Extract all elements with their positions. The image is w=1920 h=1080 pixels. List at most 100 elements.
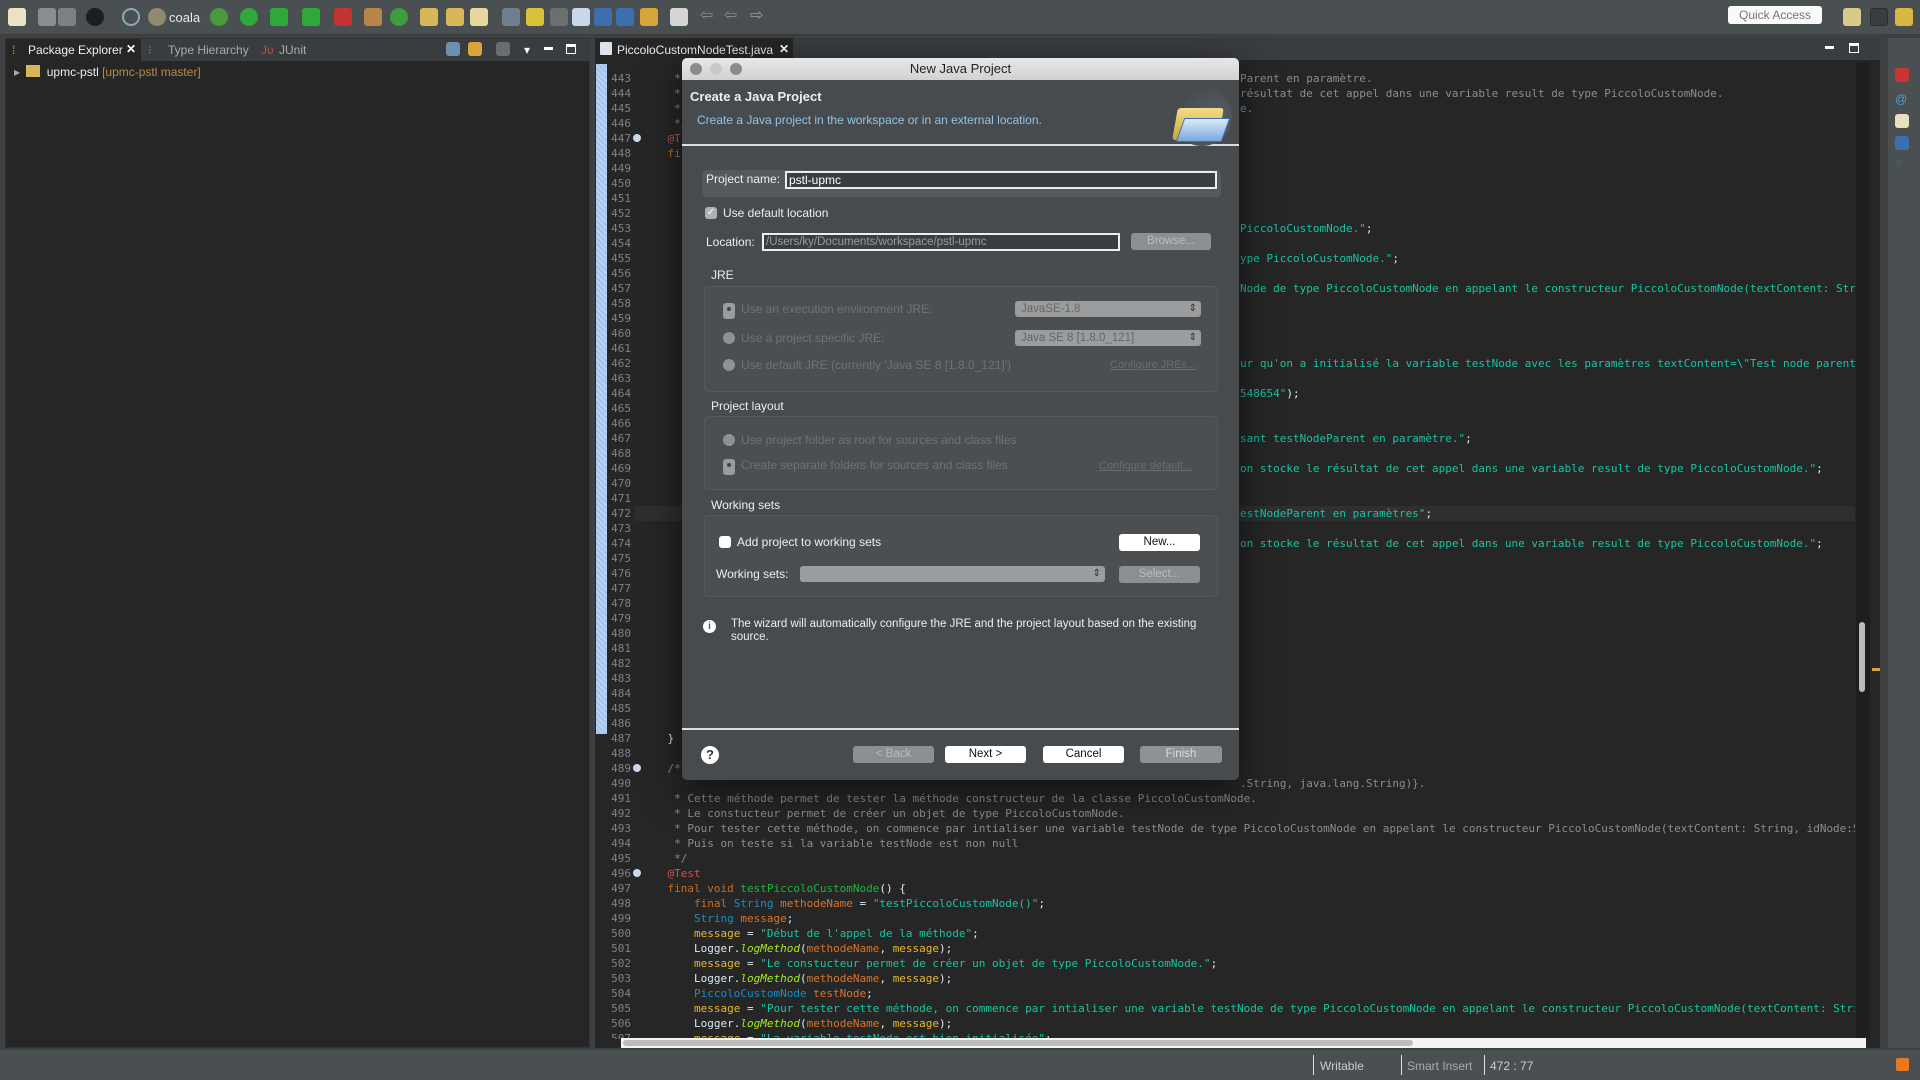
cancel-button[interactable]: Cancel (1043, 746, 1124, 763)
back-button[interactable]: < Back (853, 746, 934, 763)
coverage-icon[interactable] (270, 8, 288, 26)
skip-breakpoints-icon[interactable] (122, 8, 140, 26)
next-annotation-icon[interactable] (640, 8, 658, 26)
minimize-icon[interactable] (544, 47, 553, 50)
junit-icon: Jᴜ (261, 43, 274, 57)
expand-arrow-icon[interactable]: ▸ (14, 65, 20, 79)
code-line: @T (641, 131, 680, 146)
finish-button[interactable]: Finish (1140, 746, 1222, 763)
help-icon[interactable]: ? (701, 746, 719, 764)
search-icon[interactable] (470, 8, 488, 26)
scrollbar-thumb[interactable] (1859, 622, 1865, 692)
fold-toggle-icon[interactable] (633, 764, 641, 772)
highlight-icon[interactable] (526, 8, 544, 26)
fold-toggle-icon[interactable] (633, 869, 641, 877)
code-line: */ (641, 116, 687, 131)
run-icon[interactable] (240, 8, 258, 26)
prev-annotation-icon[interactable] (670, 8, 688, 26)
project-specific-jre-radio[interactable] (723, 332, 735, 344)
collapse-all-icon[interactable] (446, 42, 460, 56)
project-specific-jre-select[interactable]: Java SE 8 [1.8.0_121] ⇕ (1015, 330, 1201, 346)
add-to-working-sets-checkbox[interactable] (719, 536, 731, 548)
close-icon[interactable]: ✕ (126, 42, 136, 56)
working-sets-group-label: Working sets (711, 498, 781, 512)
overview-marker[interactable] (1872, 668, 1880, 671)
execution-env-select[interactable]: JavaSE-1.8 ⇕ (1015, 301, 1201, 317)
debug-icon[interactable] (210, 8, 228, 26)
maximize-icon[interactable] (1849, 43, 1859, 53)
project-root-radio[interactable] (723, 434, 735, 446)
code-token: final (641, 897, 734, 910)
project-root-label: Use project folder as root for sources a… (741, 433, 1017, 447)
maximize-icon[interactable] (566, 44, 576, 54)
breadcrumb-icon[interactable] (550, 8, 568, 26)
forward-icon[interactable]: ⇨ (750, 5, 768, 24)
code-token: } (641, 732, 675, 745)
save-icon[interactable] (38, 8, 56, 26)
new-wizard-icon[interactable] (8, 8, 26, 26)
coala-label[interactable]: coala (169, 10, 200, 25)
problems-icon[interactable] (1895, 68, 1909, 82)
focus-icon[interactable] (496, 42, 510, 56)
close-icon[interactable]: ✕ (779, 42, 789, 56)
configure-default-link[interactable]: Configure default... (1099, 460, 1192, 472)
new-package-icon[interactable] (364, 8, 382, 26)
close-window-button[interactable] (690, 63, 702, 75)
minimize-window-button[interactable] (710, 63, 722, 75)
new-working-set-button[interactable]: New... (1119, 534, 1200, 551)
code-token: ); (1286, 387, 1300, 400)
open-type-icon[interactable] (420, 8, 438, 26)
run-last-icon[interactable] (302, 8, 320, 26)
configure-jres-link[interactable]: Configure JREs... (1110, 359, 1196, 371)
code-token: methodeName (806, 972, 880, 985)
working-sets-select[interactable]: ⇕ (800, 566, 1105, 582)
link-editor-icon[interactable] (468, 42, 482, 56)
quick-access-input[interactable] (1728, 6, 1822, 24)
default-jre-radio[interactable] (723, 359, 735, 371)
save-all-icon[interactable] (58, 8, 76, 26)
external-tools-icon[interactable] (334, 8, 352, 26)
vertical-scrollbar[interactable] (1856, 62, 1870, 1038)
profile-icon[interactable] (86, 8, 104, 26)
location-input[interactable]: /Users/ky/Documents/workspace/pstl-upmc (762, 233, 1120, 251)
rss-icon[interactable] (1896, 1058, 1909, 1071)
tab-type-hierarchy[interactable]: Type Hierarchy (168, 43, 249, 57)
paragraph-icon[interactable] (616, 8, 634, 26)
block-select-icon[interactable] (572, 8, 590, 26)
browse-button[interactable]: Browse... (1131, 233, 1211, 250)
open-resource-icon[interactable] (446, 8, 464, 26)
project-name-input[interactable]: pstl-upmc (785, 171, 1217, 189)
tab-junit[interactable]: JUnit (279, 43, 306, 57)
tab-piccolo-custom-node-test[interactable]: PiccoloCustomNodeTest.java ✕ (595, 38, 793, 60)
zoom-window-button[interactable] (730, 63, 742, 75)
new-class-icon[interactable] (390, 8, 408, 26)
use-default-location-checkbox[interactable]: ✓ (705, 207, 717, 219)
fold-toggle-icon[interactable] (633, 134, 641, 142)
minimize-icon[interactable] (1825, 46, 1834, 49)
java-perspective-icon[interactable] (1870, 8, 1888, 26)
tab-package-explorer[interactable]: ⁞ Package Explorer ✕ (6, 39, 141, 61)
tree-item-project[interactable]: ▸ upmc-pstl [upmc-pstl master] (14, 65, 201, 83)
git-perspective-icon[interactable] (1895, 8, 1913, 26)
console-icon[interactable] (1895, 136, 1909, 150)
back-icon[interactable]: ⇦ (700, 5, 718, 24)
dialog-title-bar[interactable]: New Java Project (682, 58, 1239, 80)
code-line: * (641, 101, 681, 116)
select-working-sets-button[interactable]: Select... (1119, 566, 1200, 583)
line-number: 463 (611, 372, 631, 385)
separate-folders-radio[interactable] (723, 459, 735, 475)
execution-env-radio[interactable] (723, 303, 735, 319)
toggle-mark-icon[interactable] (502, 8, 520, 26)
view-menu-icon[interactable]: ▾ (524, 43, 530, 57)
next-button[interactable]: Next > (945, 746, 1026, 763)
open-perspective-icon[interactable] (1843, 8, 1861, 26)
horizontal-scrollbar[interactable] (621, 1038, 1866, 1048)
declaration-icon[interactable] (1895, 114, 1909, 128)
scrollbar-thumb[interactable] (623, 1040, 1413, 1046)
code-token: 548654" (1240, 387, 1287, 400)
show-whitespace-icon[interactable] (594, 8, 612, 26)
line-number: 506 (611, 1017, 631, 1030)
progress-icon[interactable]: ⁘ (1895, 158, 1909, 172)
forward-history-icon[interactable]: ⇦ (724, 5, 742, 24)
javadoc-icon[interactable]: @ (1895, 92, 1909, 106)
